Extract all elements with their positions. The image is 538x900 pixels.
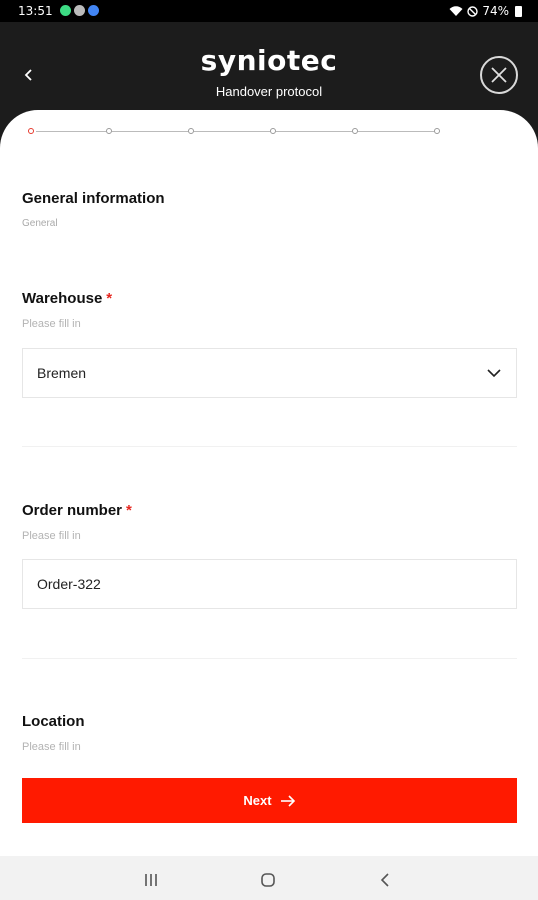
stepper-step: [188, 128, 194, 134]
system-nav-bar: [0, 856, 538, 900]
brand-logo: syniotec: [200, 44, 338, 77]
status-right: 74%: [449, 4, 522, 18]
next-button[interactable]: Next: [22, 778, 517, 823]
stepper-line: [276, 131, 352, 132]
required-marker: *: [126, 502, 132, 519]
back-icon: [380, 873, 389, 887]
at-sign-icon: [74, 5, 85, 16]
status-time: 13:51: [18, 4, 53, 18]
order-number-value: Order-322: [37, 576, 101, 592]
page-subtitle: Handover protocol: [215, 84, 323, 99]
stepper-step: [106, 128, 112, 134]
system-back-button[interactable]: [373, 868, 397, 892]
form-sheet: General information General Warehouse * P…: [0, 110, 538, 856]
progress-stepper: [28, 126, 448, 138]
required-marker: *: [106, 290, 113, 307]
battery-icon: [515, 5, 522, 17]
warehouse-selected-value: Bremen: [37, 365, 87, 381]
section-title: General information: [22, 190, 165, 207]
stepper-step: [270, 128, 276, 134]
close-icon: [491, 67, 507, 83]
home-icon: [261, 873, 275, 887]
dnd-icon: [467, 5, 479, 17]
close-button[interactable]: [480, 56, 518, 94]
location-label: Location: [22, 713, 85, 730]
wifi-icon: [449, 5, 463, 16]
next-button-label: Next: [243, 793, 272, 808]
warehouse-hint: Please fill in: [22, 318, 81, 330]
warehouse-label-text: Warehouse: [22, 290, 103, 307]
order-number-label: Order number *: [22, 502, 132, 519]
stepper-step: [352, 128, 358, 134]
divider: [22, 658, 517, 659]
home-button[interactable]: [256, 868, 280, 892]
location-hint: Please fill in: [22, 741, 81, 753]
battery-percent: 74%: [482, 4, 509, 18]
arrow-right-icon: [280, 794, 295, 807]
section-subtitle: General: [22, 218, 58, 229]
order-number-input[interactable]: Order-322: [22, 559, 517, 609]
messages-icon: [60, 5, 71, 16]
divider: [22, 446, 517, 447]
stepper-line: [112, 131, 188, 132]
stepper-line: [36, 131, 106, 132]
notification-icons: [60, 5, 99, 16]
order-number-label-text: Order number: [22, 502, 123, 519]
stepper-step: [434, 128, 440, 134]
chevron-down-icon: [487, 369, 501, 378]
stepper-line: [194, 131, 270, 132]
recent-apps-button[interactable]: [139, 868, 163, 892]
stepper-step: [28, 128, 34, 134]
warehouse-label: Warehouse *: [22, 290, 112, 307]
status-bar: 13:51 74%: [0, 0, 538, 22]
order-number-hint: Please fill in: [22, 530, 81, 542]
location-label-text: Location: [22, 713, 85, 730]
warehouse-select[interactable]: Bremen: [22, 348, 517, 398]
chrome-icon: [88, 5, 99, 16]
recent-apps-icon: [145, 874, 157, 886]
stepper-line: [358, 131, 434, 132]
